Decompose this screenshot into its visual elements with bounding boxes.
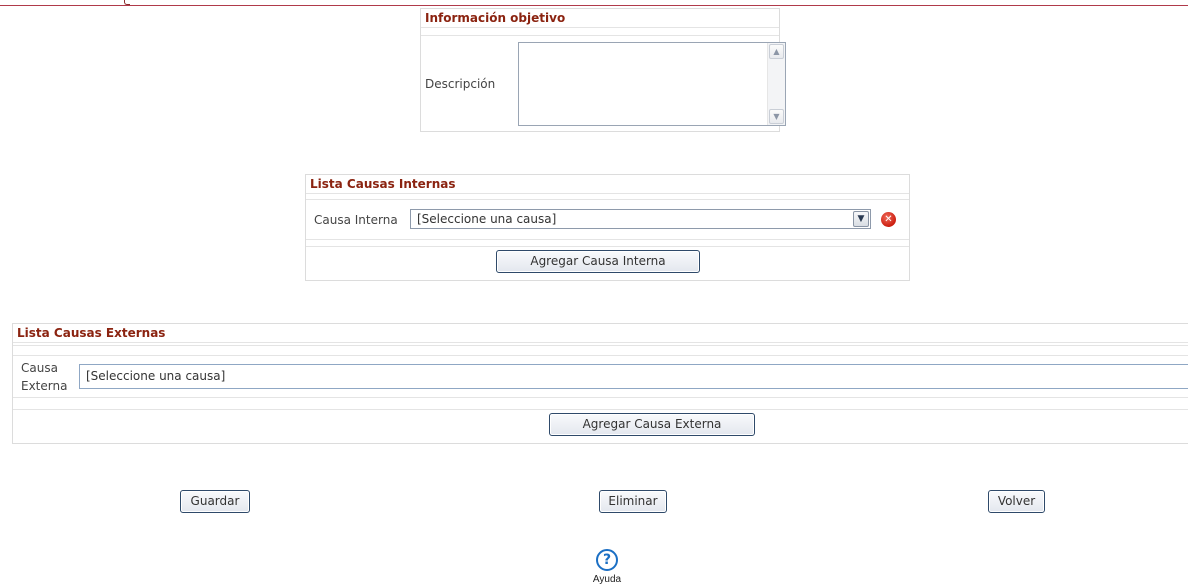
- divider: [306, 239, 909, 240]
- external-causes-panel: Lista Causas Externas Causa Externa [Sel…: [12, 323, 1188, 444]
- external-cause-select[interactable]: [Seleccione una causa]: [79, 364, 1188, 389]
- save-button[interactable]: Guardar: [180, 490, 250, 513]
- internal-causes-panel: Lista Causas Internas Causa Interna [Sel…: [305, 174, 910, 281]
- external-cause-label-line1: Causa: [21, 361, 58, 375]
- internal-cause-label: Causa Interna: [314, 213, 398, 227]
- divider: [13, 409, 1188, 410]
- divider: [13, 397, 1188, 398]
- help-label[interactable]: Ayuda: [583, 574, 631, 585]
- back-button[interactable]: Volver: [988, 490, 1045, 513]
- description-label: Descripción: [425, 77, 496, 91]
- objective-info-title: Información objetivo: [421, 9, 779, 28]
- chevron-down-icon[interactable]: ▼: [853, 211, 869, 227]
- add-external-cause-button[interactable]: Agregar Causa Externa: [549, 413, 755, 436]
- divider: [306, 246, 909, 247]
- description-textarea[interactable]: ▲ ▼: [518, 42, 786, 126]
- divider: [13, 355, 1188, 356]
- scroll-down-icon[interactable]: ▼: [769, 109, 784, 124]
- add-internal-cause-button[interactable]: Agregar Causa Interna: [496, 250, 700, 273]
- objective-info-panel: Información objetivo Descripción ▲ ▼: [420, 8, 786, 132]
- internal-cause-select[interactable]: [Seleccione una causa] ▼: [410, 209, 871, 229]
- divider: [306, 199, 909, 200]
- cropped-heading-fragment: [118, 0, 132, 5]
- divider: [13, 345, 1188, 346]
- external-cause-label-line2: Externa: [21, 379, 68, 393]
- internal-causes-title: Lista Causas Internas: [306, 175, 909, 194]
- external-cause-selected: [Seleccione una causa]: [86, 369, 226, 383]
- external-causes-title: Lista Causas Externas: [13, 324, 1188, 343]
- help-icon[interactable]: ?: [596, 549, 618, 571]
- scroll-up-icon[interactable]: ▲: [769, 44, 784, 59]
- description-scrollbar[interactable]: ▲ ▼: [767, 43, 785, 125]
- delete-button[interactable]: Eliminar: [599, 490, 667, 513]
- internal-cause-selected: [Seleccione una causa]: [417, 212, 557, 226]
- divider: [421, 35, 779, 36]
- top-rule: [0, 5, 1188, 6]
- remove-icon[interactable]: ✕: [881, 212, 896, 227]
